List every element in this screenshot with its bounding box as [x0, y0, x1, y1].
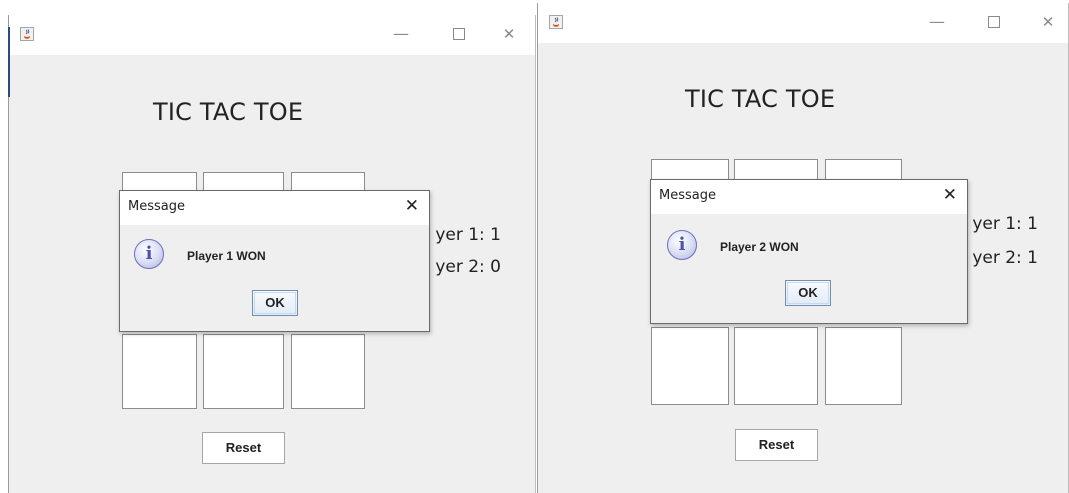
dialog-title-bar[interactable]: Message ✕	[651, 180, 967, 214]
player2-score: yer 2: 1	[972, 248, 1038, 268]
board-cell-6[interactable]	[122, 334, 197, 409]
close-button[interactable]: ✕	[1038, 11, 1058, 33]
board-cell-7[interactable]	[734, 327, 818, 405]
message-dialog: Message ✕ i Player 2 WON OK	[650, 179, 968, 324]
player1-score: yer 1: 1	[435, 225, 501, 245]
reset-button[interactable]: Reset	[202, 432, 285, 464]
background-window-edge	[8, 27, 10, 97]
player2-score: yer 2: 0	[435, 257, 501, 277]
game-title: TIC TAC TOE	[153, 98, 304, 126]
dialog-title: Message	[128, 199, 185, 214]
board-cell-6[interactable]	[651, 327, 729, 405]
maximize-button[interactable]	[984, 11, 1004, 33]
dialog-message: Player 1 WON	[187, 249, 266, 263]
dialog-message: Player 2 WON	[720, 240, 799, 254]
board-cell-8[interactable]	[291, 334, 365, 409]
reset-button[interactable]: Reset	[735, 429, 818, 461]
message-dialog: Message ✕ i Player 1 WON OK	[119, 190, 430, 332]
minimize-button[interactable]: —	[391, 23, 411, 45]
game-window-2: — ✕ TIC TAC TOE yer 1: 1 yer 2: 1 Reset …	[537, 3, 1069, 493]
dialog-title: Message	[659, 188, 716, 203]
title-bar[interactable]: — ✕	[538, 3, 1068, 43]
info-icon: i	[667, 230, 697, 260]
dialog-close-icon[interactable]: ✕	[405, 196, 419, 216]
board-cell-7[interactable]	[203, 334, 284, 409]
maximize-icon	[453, 28, 465, 40]
dialog-title-bar[interactable]: Message ✕	[120, 191, 429, 225]
java-app-icon	[20, 27, 34, 41]
maximize-button[interactable]	[449, 23, 469, 45]
ok-button[interactable]: OK	[785, 280, 831, 306]
board-cell-8[interactable]	[825, 327, 902, 405]
java-app-icon	[549, 15, 563, 29]
game-title: TIC TAC TOE	[685, 85, 836, 113]
player1-score: yer 1: 1	[972, 214, 1038, 234]
game-window-1: — ✕ TIC TAC TOE yer 1: 1 yer 2: 0 Reset …	[8, 15, 536, 493]
info-icon: i	[134, 239, 164, 269]
title-bar[interactable]: — ✕	[9, 15, 535, 55]
ok-button[interactable]: OK	[252, 290, 298, 316]
minimize-button[interactable]: —	[927, 11, 947, 33]
close-button[interactable]: ✕	[499, 23, 519, 45]
dialog-close-icon[interactable]: ✕	[943, 185, 957, 205]
maximize-icon	[988, 16, 1000, 28]
